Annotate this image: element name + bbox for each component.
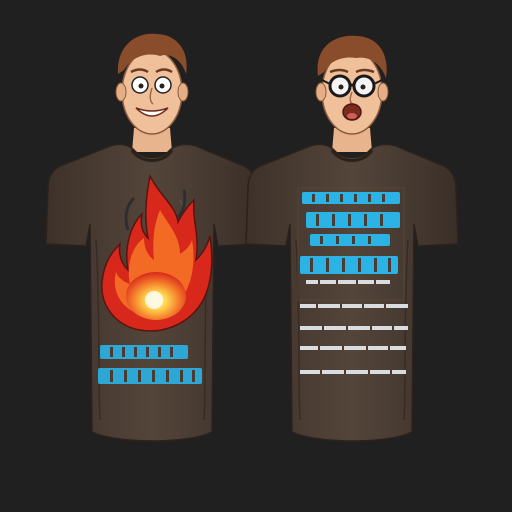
illustration <box>45 33 459 442</box>
right-head <box>315 35 389 135</box>
left-figure <box>45 33 259 442</box>
left-head <box>115 33 189 135</box>
right-figure <box>245 35 459 442</box>
right-shirt <box>245 143 459 442</box>
scene <box>0 0 512 512</box>
